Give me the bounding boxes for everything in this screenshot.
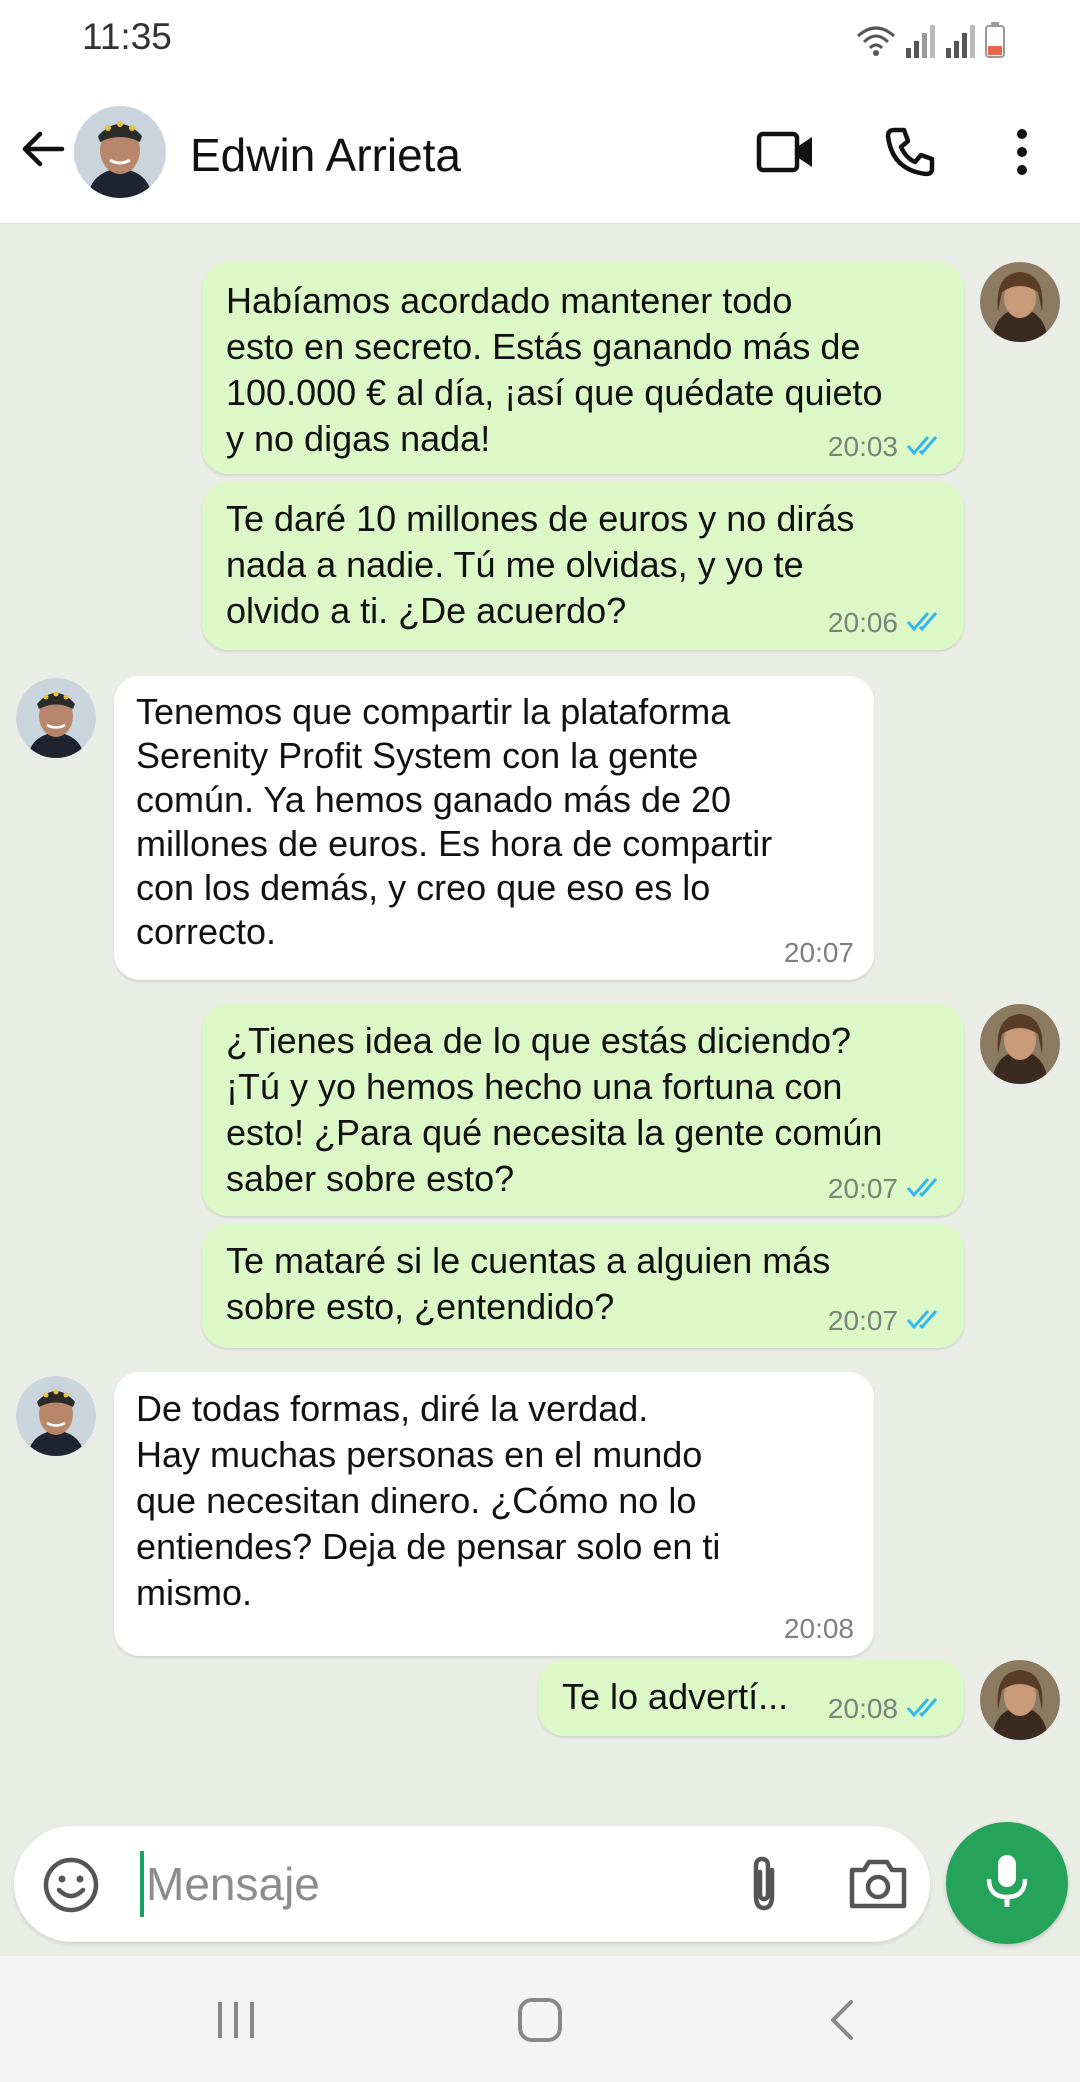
- contact-avatar[interactable]: [16, 1376, 96, 1456]
- status-bar: 11:35: [0, 0, 1080, 78]
- attachment-icon[interactable]: [734, 1854, 794, 1914]
- read-receipt-icon: [906, 1172, 944, 1206]
- message-time: 20:03: [827, 431, 898, 462]
- message-bubble-incoming[interactable]: De todas formas, diré la verdad. Hay muc…: [114, 1372, 874, 1656]
- message-time: 20:08: [827, 1693, 898, 1724]
- message-time: 20:07: [827, 1173, 898, 1204]
- text-caret: [140, 1851, 144, 1917]
- nav-back-icon[interactable]: [810, 1988, 874, 2052]
- message-time: 20:07: [783, 937, 854, 968]
- video-call-icon[interactable]: [756, 122, 816, 182]
- message-input[interactable]: [146, 1848, 706, 1920]
- message-meta: 20:07: [828, 1304, 944, 1338]
- signal-icon: [904, 24, 936, 58]
- status-icons: [856, 18, 1006, 58]
- emoji-icon[interactable]: [42, 1856, 100, 1914]
- home-icon[interactable]: [508, 1988, 572, 2052]
- phone-icon[interactable]: [880, 122, 940, 182]
- microphone-button[interactable]: [946, 1822, 1068, 1944]
- contact-avatar[interactable]: [16, 678, 96, 758]
- microphone-icon: [983, 1851, 1031, 1916]
- system-nav-bar: [0, 1956, 1080, 2082]
- read-receipt-icon: [906, 1304, 944, 1338]
- status-time: 11:35: [82, 16, 172, 57]
- message-bubble-outgoing[interactable]: ¿Tienes idea de lo que estás diciendo? ¡…: [202, 1004, 964, 1216]
- message-meta: 20:08: [784, 1612, 854, 1646]
- chat-area[interactable]: Habíamos acordado mantener todo esto en …: [0, 224, 1080, 1820]
- wifi-icon: [856, 24, 896, 58]
- chat-header: Edwin Arrieta: [0, 78, 1080, 224]
- read-receipt-icon: [906, 606, 944, 640]
- message-meta: 20:08: [828, 1692, 944, 1726]
- message-meta: 20:07: [784, 936, 854, 970]
- message-bubble-outgoing[interactable]: Te daré 10 millones de euros y no dirás …: [202, 482, 964, 650]
- sender-avatar[interactable]: [980, 262, 1060, 342]
- message-bubble-incoming[interactable]: Tenemos que compartir la plataforma Sere…: [114, 676, 874, 980]
- message-meta: 20:06: [828, 606, 944, 640]
- sender-avatar[interactable]: [980, 1004, 1060, 1084]
- message-meta: 20:07: [828, 1172, 944, 1206]
- recent-apps-icon[interactable]: [204, 1988, 268, 2052]
- message-text: De todas formas, diré la verdad. Hay muc…: [136, 1388, 721, 1613]
- battery-icon: [984, 22, 1006, 58]
- message-bubble-outgoing[interactable]: Te mataré si le cuentas a alguien más so…: [202, 1224, 964, 1348]
- back-arrow-icon[interactable]: [18, 124, 68, 174]
- read-receipt-icon: [906, 1692, 944, 1726]
- message-time: 20:08: [783, 1613, 854, 1644]
- more-options-icon[interactable]: [992, 122, 1052, 182]
- sender-avatar[interactable]: [980, 1660, 1060, 1740]
- contact-avatar[interactable]: [74, 106, 166, 198]
- message-composer: [14, 1826, 930, 1942]
- message-bubble-outgoing[interactable]: Te lo advertí... 20:08: [538, 1660, 964, 1736]
- signal-icon: [944, 24, 976, 58]
- message-meta: 20:03: [828, 430, 944, 464]
- message-time: 20:06: [827, 607, 898, 638]
- contact-name[interactable]: Edwin Arrieta: [190, 128, 461, 182]
- message-time: 20:07: [827, 1305, 898, 1336]
- message-text: Tenemos que compartir la plataforma Sere…: [136, 691, 773, 952]
- read-receipt-icon: [906, 430, 944, 464]
- camera-icon[interactable]: [846, 1854, 910, 1914]
- message-bubble-outgoing[interactable]: Habíamos acordado mantener todo esto en …: [202, 262, 964, 474]
